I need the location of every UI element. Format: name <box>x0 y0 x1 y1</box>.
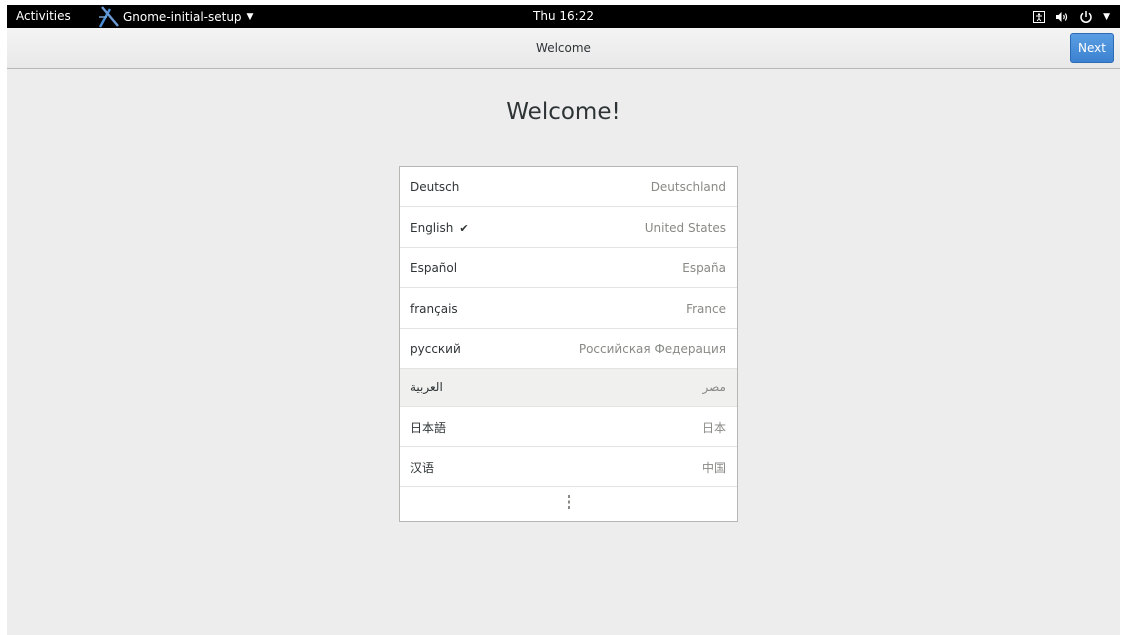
language-name: 汉语 <box>410 461 435 475</box>
language-country: France <box>686 302 726 316</box>
accessibility-icon <box>1033 10 1046 23</box>
language-name: русский <box>410 342 461 356</box>
clock[interactable]: Thu 16:22 <box>7 9 1120 23</box>
language-country: España <box>682 261 726 275</box>
page-title: Welcome! <box>506 99 621 125</box>
language-row-arabic[interactable]: العربية مصر <box>400 369 737 407</box>
language-name: Deutsch <box>410 180 460 194</box>
language-name: français <box>410 302 458 316</box>
language-list: Deutsch Deutschland English ✔ United Stat… <box>399 166 738 522</box>
power-icon <box>1079 10 1093 24</box>
top-bar: Activities Gnome-initial-setup ▼ Thu 16:… <box>7 5 1120 28</box>
language-country: مصر <box>702 380 726 394</box>
language-country: Российская Федерация <box>578 342 726 356</box>
language-country: Deutschland <box>650 180 726 194</box>
language-row-espanol[interactable]: Español España <box>400 248 737 288</box>
language-row-francais[interactable]: français France <box>400 288 737 329</box>
status-menu[interactable]: ▼ <box>1033 5 1110 28</box>
language-country: 日本 <box>701 421 726 435</box>
language-row-russian[interactable]: русский Российская Федерация <box>400 329 737 369</box>
more-vertical-icon <box>567 494 571 514</box>
next-button[interactable]: Next <box>1070 33 1114 63</box>
window-title: Welcome <box>536 41 591 55</box>
header-bar: Welcome Next <box>7 28 1120 69</box>
setup-window: Welcome Next Welcome! Deutsch Deutschlan… <box>7 28 1120 635</box>
language-name: Español <box>410 261 458 275</box>
language-row-deutsch[interactable]: Deutsch Deutschland <box>400 167 737 207</box>
more-languages-button[interactable] <box>400 487 737 521</box>
status-menu-arrow-icon: ▼ <box>1103 11 1110 22</box>
language-name: العربية <box>410 380 443 394</box>
language-name: English ✔ <box>410 221 469 235</box>
language-row-english[interactable]: English ✔ United States <box>400 207 737 248</box>
language-row-japanese[interactable]: 日本語 日本 <box>400 407 737 447</box>
language-country: 中国 <box>701 461 726 475</box>
language-row-chinese[interactable]: 汉语 中国 <box>400 447 737 487</box>
volume-icon <box>1055 11 1069 23</box>
language-country: United States <box>644 221 726 235</box>
language-name: 日本語 <box>410 421 447 435</box>
checkmark-icon: ✔ <box>459 222 469 235</box>
